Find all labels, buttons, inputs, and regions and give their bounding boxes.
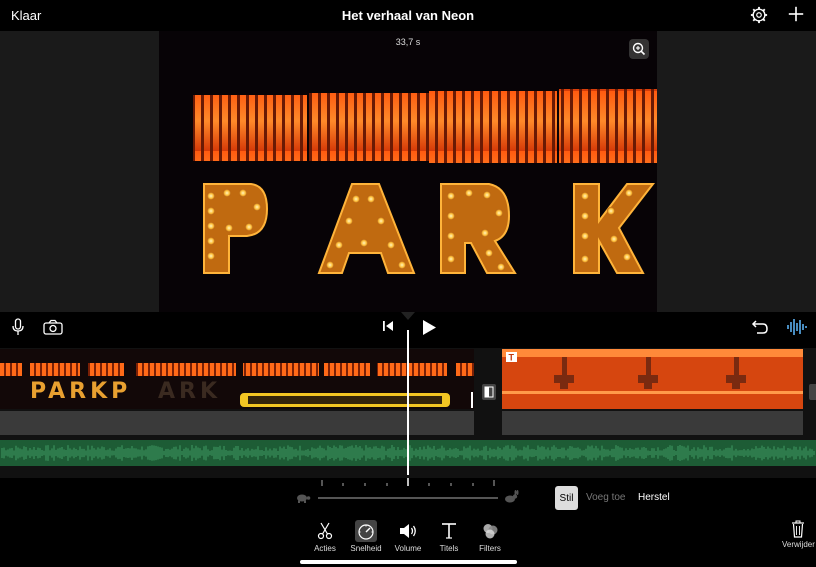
microphone-icon[interactable] [11, 318, 25, 336]
tab-label: Volume [394, 544, 422, 553]
gear-icon[interactable] [750, 6, 768, 24]
clip-faded-text: ARK [158, 379, 222, 404]
project-title: Het verhaal van Neon [341, 8, 475, 23]
zoom-icon[interactable] [629, 39, 649, 59]
playhead[interactable] [407, 330, 409, 475]
home-indicator[interactable] [300, 560, 517, 564]
clip-thumbnails: T [502, 349, 803, 409]
waveform-icon[interactable] [786, 318, 808, 336]
clip-lane [502, 411, 803, 435]
tab-label: Titels [439, 544, 459, 553]
clip-text: PARKP [30, 379, 132, 404]
speed-ticks [321, 478, 495, 486]
playhead-marker [401, 312, 415, 320]
preview-frame [159, 31, 657, 312]
plus-icon[interactable] [787, 5, 805, 23]
add-speed-button[interactable]: Voeg toe [586, 492, 625, 503]
play-icon[interactable] [421, 319, 437, 336]
speaker-icon [400, 524, 416, 538]
tab-label: Filters [479, 544, 501, 553]
clip-edge-marker [471, 392, 473, 408]
tab-label: Snelheid [350, 544, 382, 553]
speed-range-selection[interactable] [240, 393, 450, 407]
trash-icon [792, 520, 804, 538]
delete-button[interactable]: Verwijder [782, 520, 815, 549]
rabbit-icon [505, 490, 519, 503]
undo-icon[interactable] [751, 319, 769, 335]
clip-lane [0, 411, 474, 435]
delete-label: Verwijder [782, 540, 815, 549]
svg-text:T: T [509, 353, 515, 363]
camera-icon[interactable] [43, 319, 63, 335]
freeze-frame-button[interactable]: Stil [555, 486, 578, 510]
transition-button-right[interactable] [809, 384, 816, 400]
filters-icon [483, 524, 498, 539]
scissors-icon [317, 522, 333, 540]
text-icon [442, 523, 456, 539]
turtle-icon [297, 494, 311, 503]
duration-label: 33,7 s [395, 37, 421, 47]
reset-speed-button[interactable]: Herstel [638, 492, 670, 503]
tab-filters[interactable]: Filters [465, 521, 515, 553]
tab-label: Acties [314, 544, 336, 553]
transition-button[interactable] [482, 384, 496, 400]
skip-to-start-icon[interactable] [382, 320, 394, 332]
video-preview[interactable] [159, 31, 657, 312]
video-clip-neon[interactable]: T [502, 349, 803, 409]
speedometer-icon [355, 520, 377, 542]
